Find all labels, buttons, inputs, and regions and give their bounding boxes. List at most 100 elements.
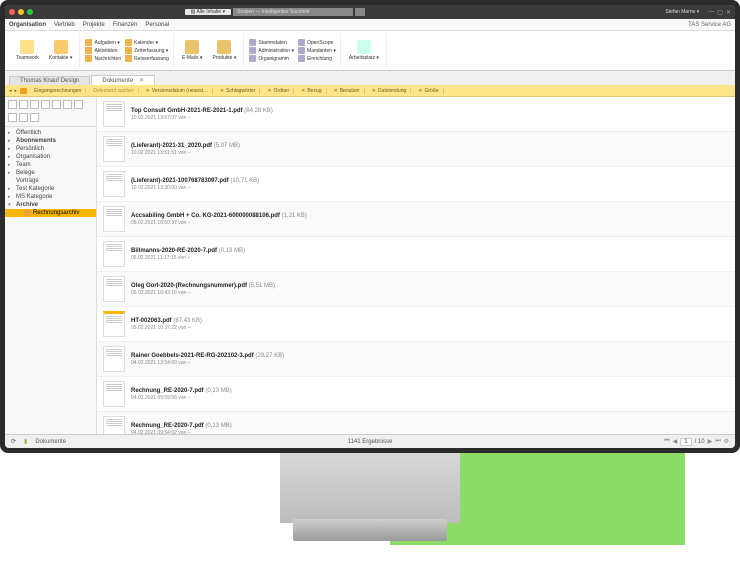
menu-personal[interactable]: Personal	[145, 22, 169, 28]
menu-projekte[interactable]: Projekte	[83, 22, 105, 28]
tree-node[interactable]: ▸Abonnements	[5, 137, 96, 145]
document-row[interactable]: (Lieferant)-2021-100768783097.pdf (10,71…	[97, 167, 735, 202]
ribbon-group-admin: Stammdaten Administration ▾ Organigramm …	[245, 33, 341, 68]
window-close-dot[interactable]	[9, 9, 15, 15]
app-window: ▨ Alle Inhalte ▾ Scopen — Intelligentes …	[5, 5, 735, 448]
monitor-stand	[280, 453, 460, 523]
document-row[interactable]: Top Consult GmbH-2021-RE-2021-1.pdf (84,…	[97, 97, 735, 132]
titlebar: ▨ Alle Inhalte ▾ Scopen — Intelligentes …	[5, 5, 735, 19]
tab-design[interactable]: Thomas Knauf Design	[9, 76, 90, 85]
filter-search-input[interactable]: Dokument suchen	[89, 88, 138, 94]
document-row[interactable]: Billmanns-2020-RE-2020-7.pdf (0,13 MB)05…	[97, 237, 735, 272]
aktivitaeten-button[interactable]: Aktivitäten	[85, 47, 121, 54]
ribbon: Teamwork Kontakte ▾ Aufgaben ▾ Aktivität…	[5, 31, 735, 71]
organigramm-button[interactable]: Organigramm	[249, 55, 294, 62]
doc-name: Rainer Goebbels-2021-RE-RG-202102-3.pdf …	[131, 353, 284, 359]
tree-node[interactable]: ▸Öffentlich	[5, 129, 96, 137]
administration-button[interactable]: Administration ▾	[249, 47, 294, 54]
doc-meta: 04.02.2021 09:59:56 von –	[131, 395, 232, 401]
document-row[interactable]: HT-002063.pdf (87,43 KB)05.02.2021 10:37…	[97, 307, 735, 342]
tree-node[interactable]: ▸Persönlich	[5, 145, 96, 153]
chart-icon[interactable]: ▮	[24, 438, 27, 445]
header-filter-dropdown[interactable]: ▨ Alle Inhalte ▾	[185, 9, 232, 15]
filter-version[interactable]: ✕ Versionsdatum (neuest…	[142, 88, 213, 94]
aufgaben-button[interactable]: Aufgaben ▾	[85, 39, 121, 46]
tree-node[interactable]: ▸Test Kategorie	[5, 185, 96, 193]
tree-node[interactable]: ▸MS Kategorie	[5, 193, 96, 201]
header-search-dropdown[interactable]	[355, 8, 365, 16]
settings-icon[interactable]: ⚙	[724, 438, 729, 445]
window-min-dot[interactable]	[18, 9, 24, 15]
header-search-input[interactable]: Scopen — Intelligentes Suchfeld	[233, 8, 353, 16]
filter-col-3[interactable]: ✕ Benutzer	[330, 88, 365, 94]
kontakte-button[interactable]: Kontakte ▾	[46, 33, 76, 68]
view-opt[interactable]	[74, 100, 83, 109]
openscope-button[interactable]: OpenScope	[298, 39, 336, 46]
refresh-icon[interactable]: ⟳	[11, 438, 16, 445]
view-opt[interactable]	[30, 113, 39, 122]
produkte-button[interactable]: Produkte ▾	[209, 33, 239, 68]
tree-node[interactable]: Rechnungsarchiv	[5, 209, 96, 217]
view-opt[interactable]	[8, 113, 17, 122]
filter-folder[interactable]: Eingangsrechnungen	[30, 88, 86, 94]
view-opt[interactable]	[30, 100, 39, 109]
menu-finanzen[interactable]: Finanzen	[113, 22, 138, 28]
doc-name: (Lieferant)-2021-100768783097.pdf (10,71…	[131, 178, 259, 184]
document-list: Top Consult GmbH-2021-RE-2021-1.pdf (84,…	[97, 97, 735, 434]
page-prev-icon[interactable]: ◀	[673, 438, 678, 445]
document-row[interactable]: Accsabiling GmbH + Co. KG-2021-600000088…	[97, 202, 735, 237]
kalender-button[interactable]: Kalender ▾	[125, 39, 169, 46]
view-opt[interactable]	[19, 100, 28, 109]
filter-col-5[interactable]: ✕ Größe	[414, 88, 443, 94]
mandanten-button[interactable]: Mandanten ▾	[298, 47, 336, 54]
maximize-icon[interactable]: ▢	[717, 9, 723, 16]
document-row[interactable]: Oleg Gorl-2020-(Rechnungsnummer).pdf (5,…	[97, 272, 735, 307]
doc-thumbnail	[103, 381, 125, 407]
page-input[interactable]: 1	[680, 438, 691, 446]
kontakte-icon	[54, 40, 68, 54]
task-icon	[85, 39, 92, 46]
tree-node[interactable]: ▸Belege	[5, 169, 96, 177]
nachrichten-button[interactable]: Nachrichten	[85, 55, 121, 62]
nav-back-icon[interactable]: ◂	[9, 88, 12, 94]
view-opt[interactable]	[41, 100, 50, 109]
view-opt[interactable]	[52, 100, 61, 109]
desk-icon	[357, 40, 371, 54]
filter-col-1[interactable]: ✕ Ordner	[263, 88, 294, 94]
filter-col-2[interactable]: ✕ Bezug	[297, 88, 326, 94]
document-row[interactable]: Rechnung_RE-2020-7.pdf (0,13 MB)04.02.20…	[97, 377, 735, 412]
admin-icon	[249, 47, 256, 54]
ribbon-group-team: Teamwork Kontakte ▾	[9, 33, 80, 68]
emails-button[interactable]: E-Mails ▾	[179, 33, 206, 68]
page-first-icon[interactable]: ⏮	[664, 438, 669, 445]
arbeitsplatz-button[interactable]: Arbeitsplatz ▾	[346, 33, 382, 68]
menu-vertrieb[interactable]: Vertrieb	[54, 22, 75, 28]
document-row[interactable]: (Lieferant)-2021-31_2020.pdf (5,07 MB)10…	[97, 132, 735, 167]
filter-col-0[interactable]: ✕ Schlagwörter	[216, 88, 260, 94]
tab-close-icon[interactable]: ✕	[139, 78, 144, 84]
page-last-icon[interactable]: ⏭	[715, 438, 720, 445]
close-icon[interactable]: ✕	[726, 9, 731, 16]
minimize-icon[interactable]: —	[708, 9, 714, 16]
teamwork-button[interactable]: Teamwork	[13, 33, 42, 68]
tree-node[interactable]: ▸Organisation	[5, 153, 96, 161]
document-row[interactable]: Rainer Goebbels-2021-RE-RG-202102-3.pdf …	[97, 342, 735, 377]
stammdaten-button[interactable]: Stammdaten	[249, 39, 294, 46]
view-opt[interactable]	[63, 100, 72, 109]
reiseerfassung-button[interactable]: Reiseerfassung	[125, 55, 169, 62]
window-max-dot[interactable]	[27, 9, 33, 15]
filter-col-4[interactable]: ✕ Dateiendung	[368, 88, 412, 94]
tree-node[interactable]: ▾Archive	[5, 201, 96, 209]
document-row[interactable]: Rechnung_RE-2020-7.pdf (0,13 MB)04.02.20…	[97, 412, 735, 434]
menu-organisation[interactable]: Organisation	[9, 22, 46, 28]
page-next-icon[interactable]: ▶	[708, 438, 713, 445]
einrichtung-button[interactable]: Einrichtung	[298, 55, 336, 62]
user-menu[interactable]: Stefan Marne ▾	[665, 9, 699, 15]
tree-node[interactable]: ▸Team	[5, 161, 96, 169]
tab-dokumente[interactable]: Dokumente✕	[91, 75, 155, 85]
zeiterfassung-button[interactable]: Zeiterfassung ▾	[125, 47, 169, 54]
tree-node[interactable]: Vorträge	[5, 177, 96, 185]
view-opt[interactable]	[19, 113, 28, 122]
nav-fwd-icon[interactable]: ▸	[15, 88, 18, 94]
view-opt[interactable]	[8, 100, 17, 109]
